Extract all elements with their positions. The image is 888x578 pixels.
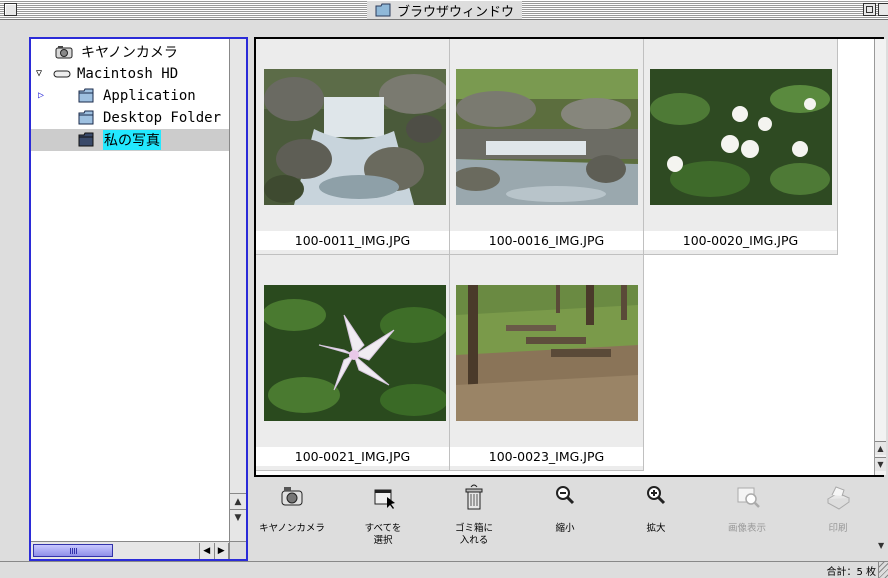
thumbnail-filename: 100-0023_IMG.JPG xyxy=(450,447,643,466)
trash-button[interactable]: ゴミ箱に 入れる xyxy=(436,479,512,561)
canon-camera-icon xyxy=(55,46,73,59)
sidebar-horizontal-scrollbar[interactable]: ◀ ▶ xyxy=(31,541,229,559)
folder-icon xyxy=(375,3,391,17)
total-count: 合計：5 枚 xyxy=(826,567,876,578)
thumbnail-image-waterfall[interactable] xyxy=(264,69,446,205)
folder-icon xyxy=(78,132,94,147)
scroll-down-arrow[interactable]: ▼ xyxy=(230,509,246,525)
select-all-icon xyxy=(374,489,395,509)
zoom-in-icon xyxy=(647,486,666,505)
window-frame-left xyxy=(0,21,29,561)
thumbnail-item[interactable]: 100-0020_IMG.JPG xyxy=(644,39,838,255)
thumbnail-image-white-flowers[interactable] xyxy=(650,69,832,205)
tree-item-label: Application xyxy=(103,88,196,104)
tree-item-desktop-folder[interactable]: Desktop Folder xyxy=(31,107,229,129)
scroll-right-arrow[interactable]: ▶ xyxy=(215,543,229,559)
toolbar: キヤノンカメラ すべてを 選択 ゴミ箱に 入れる 縮小 拡大 画像表示 印刷 ▼ xyxy=(254,479,888,561)
thumbnail-image-stream[interactable] xyxy=(456,69,638,205)
tree-item-macintosh-hd[interactable]: ▽ Macintosh HD xyxy=(31,63,229,85)
status-bar: 合計：5 枚 xyxy=(0,561,888,578)
folder-icon xyxy=(78,88,94,103)
toolbar-label: 画像表示 xyxy=(727,523,766,534)
tree-item-label: Desktop Folder xyxy=(103,110,222,126)
toolbar-scrollbar[interactable]: ▼ xyxy=(876,479,888,561)
scroll-up-arrow[interactable]: ▲ xyxy=(875,441,886,455)
zoom-out-icon xyxy=(556,486,575,505)
tree-item-my-photos[interactable]: 私の写真 xyxy=(31,129,229,151)
thumbnail-image-lily[interactable] xyxy=(264,285,446,421)
scroll-down-arrow[interactable]: ▼ xyxy=(878,541,884,550)
scroll-left-arrow[interactable]: ◀ xyxy=(200,543,215,559)
zoom-box[interactable] xyxy=(863,3,876,16)
toolbar-label: 拡大 xyxy=(646,523,666,534)
thumbnail-filename: 100-0020_IMG.JPG xyxy=(644,231,837,250)
canon-camera-button[interactable]: キヤノンカメラ xyxy=(254,479,330,561)
print-button[interactable]: 印刷 xyxy=(800,479,876,561)
tree-item-label: 私の写真 xyxy=(103,130,161,150)
scrollbar-corner xyxy=(229,541,246,559)
view-image-button[interactable]: 画像表示 xyxy=(709,479,785,561)
view-image-icon xyxy=(737,487,760,508)
toolbar-label: ゴミ箱に 入れる xyxy=(454,523,493,546)
print-icon xyxy=(826,486,851,510)
thumbnail-item[interactable]: 100-0021_IMG.JPG xyxy=(256,255,450,471)
disclosure-collapsed-icon[interactable]: ▷ xyxy=(38,90,44,101)
folder-icon xyxy=(78,110,94,125)
scroll-down-arrow[interactable]: ▼ xyxy=(875,457,886,471)
trash-icon xyxy=(465,484,483,510)
thumbnail-grid[interactable]: 100-0011_IMG.JPG 100-0016_IMG.JPG 100-00… xyxy=(256,39,874,475)
canon-camera-icon xyxy=(281,487,303,506)
toolbar-label: キヤノンカメラ xyxy=(259,523,325,534)
thumbnail-filename: 100-0011_IMG.JPG xyxy=(256,231,449,250)
thumbnail-filename: 100-0016_IMG.JPG xyxy=(450,231,643,250)
tree-item-canon-camera[interactable]: キヤノンカメラ xyxy=(31,41,229,63)
toolbar-label: 印刷 xyxy=(828,523,848,534)
hard-drive-icon xyxy=(53,70,71,78)
disclosure-expanded-icon[interactable]: ▽ xyxy=(36,68,42,79)
toolbar-label: 縮小 xyxy=(555,523,575,534)
resize-grip[interactable] xyxy=(878,562,888,578)
thumbnail-image-park-benches[interactable] xyxy=(456,285,638,421)
thumbnail-vertical-scrollbar[interactable]: ▲ ▼ xyxy=(874,39,886,475)
tree-item-application[interactable]: ▷ Application xyxy=(31,85,229,107)
toolbar-label: すべてを 選択 xyxy=(364,523,402,546)
thumbnail-item[interactable]: 100-0016_IMG.JPG xyxy=(450,39,644,255)
sidebar-vertical-scrollbar[interactable]: ▲ ▼ xyxy=(229,39,246,541)
window-title: ブラウザウィンドウ xyxy=(397,4,515,20)
close-box[interactable] xyxy=(4,3,17,16)
tree-item-label: キヤノンカメラ xyxy=(81,45,178,61)
thumbnail-filename: 100-0021_IMG.JPG xyxy=(256,447,449,466)
thumbnail-item[interactable]: 100-0011_IMG.JPG xyxy=(256,39,450,255)
thumbnail-panel[interactable]: 100-0011_IMG.JPG 100-0016_IMG.JPG 100-00… xyxy=(254,37,886,477)
scroll-up-arrow[interactable]: ▲ xyxy=(230,493,246,509)
select-all-button[interactable]: すべてを 選択 xyxy=(345,479,421,561)
window-title-group: ブラウザウィンドウ xyxy=(367,1,523,20)
zoom-out-button[interactable]: 縮小 xyxy=(527,479,603,561)
folder-tree[interactable]: キヤノンカメラ ▽ Macintosh HD ▷ Application Des… xyxy=(31,39,229,541)
folder-tree-panel[interactable]: キヤノンカメラ ▽ Macintosh HD ▷ Application Des… xyxy=(29,37,248,561)
collapse-box[interactable] xyxy=(878,3,888,16)
zoom-in-button[interactable]: 拡大 xyxy=(618,479,694,561)
title-bar[interactable]: ブラウザウィンドウ xyxy=(0,0,888,20)
scroll-thumb[interactable] xyxy=(33,544,113,557)
tree-item-label: Macintosh HD xyxy=(77,66,179,82)
thumbnail-item[interactable]: 100-0023_IMG.JPG xyxy=(450,255,644,471)
